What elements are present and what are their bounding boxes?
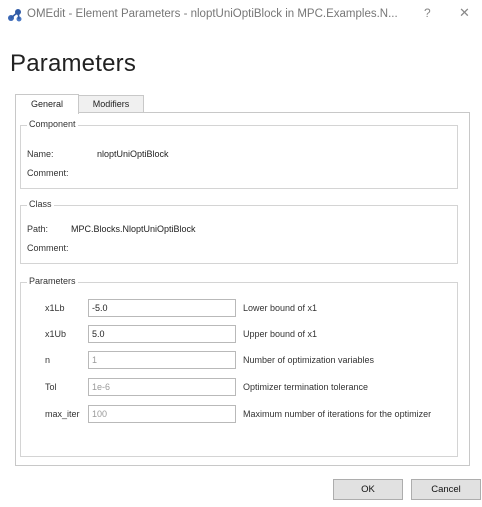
parameter-description: Upper bound of x1 — [243, 329, 318, 339]
parameter-name: max_iter — [45, 409, 80, 419]
tab-general[interactable]: General — [15, 94, 79, 114]
parameter-value-input[interactable]: 100 — [88, 405, 236, 423]
class-path-label: Path: — [27, 224, 49, 234]
page-title: Parameters — [10, 50, 137, 77]
component-comment-label: Comment: — [27, 168, 69, 178]
component-group-title: Component — [27, 119, 78, 129]
parameter-description: Number of optimization variables — [243, 355, 375, 365]
parameters-group-title: Parameters — [27, 276, 78, 286]
parameter-value-input[interactable]: 5.0 — [88, 325, 236, 343]
parameter-value-input[interactable]: 1e-6 — [88, 378, 236, 396]
component-name-label: Name: — [27, 149, 54, 159]
parameter-name: Tol — [45, 382, 57, 392]
class-group: Class Path: MPC.Blocks.NloptUniOptiBlock… — [20, 199, 458, 264]
class-path-value: MPC.Blocks.NloptUniOptiBlock — [71, 224, 196, 234]
omedit-app-icon — [8, 9, 22, 22]
component-group: Component Name: nloptUniOptiBlock Commen… — [20, 119, 458, 189]
close-button[interactable]: ✕ — [459, 5, 470, 21]
class-group-title: Class — [27, 199, 54, 209]
ok-button[interactable]: OK — [333, 479, 403, 500]
title-bar: OMEdit - Element Parameters - nloptUniOp… — [0, 0, 482, 30]
parameter-value-input[interactable]: -5.0 — [88, 299, 236, 317]
window-title: OMEdit - Element Parameters - nloptUniOp… — [27, 8, 398, 20]
parameter-value-input[interactable]: 1 — [88, 351, 236, 369]
parameter-name: x1Lb — [45, 303, 65, 313]
cancel-button[interactable]: Cancel — [411, 479, 481, 500]
help-button[interactable]: ? — [424, 6, 431, 20]
parameter-description: Optimizer termination tolerance — [243, 382, 369, 392]
component-name-value: nloptUniOptiBlock — [97, 149, 169, 159]
parameter-name: x1Ub — [45, 329, 67, 339]
parameters-group: Parameters — [20, 276, 458, 457]
parameter-description: Maximum number of iterations for the opt… — [243, 409, 432, 419]
class-comment-label: Comment: — [27, 243, 69, 253]
parameter-description: Lower bound of x1 — [243, 303, 318, 313]
tab-bar: General Modifiers — [15, 94, 482, 114]
parameter-name: n — [45, 355, 51, 365]
tab-modifiers[interactable]: Modifiers — [78, 95, 144, 113]
